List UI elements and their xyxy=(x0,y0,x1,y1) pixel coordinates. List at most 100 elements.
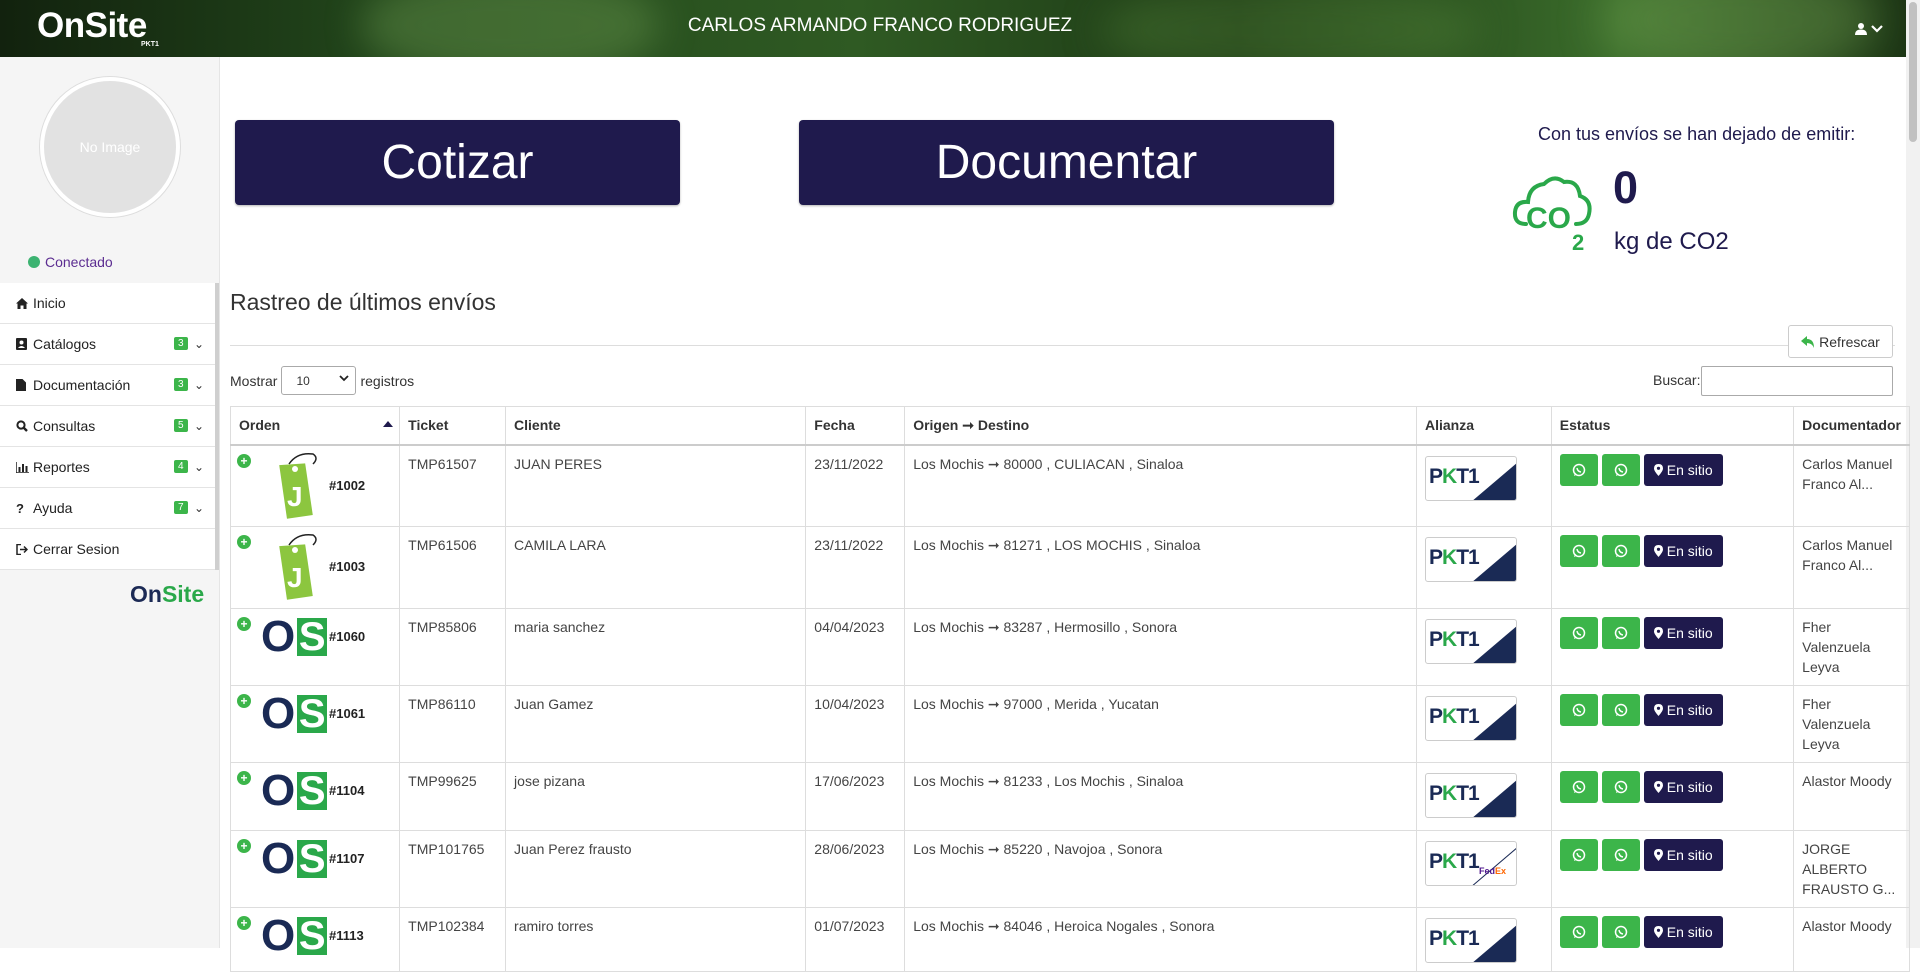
en-sitio-button[interactable]: En sitio xyxy=(1643,694,1723,726)
order-number: #1104 xyxy=(329,783,365,798)
whatsapp-button[interactable] xyxy=(1601,839,1640,871)
sidebar-item-cerrar-sesion[interactable]: Cerrar Sesion xyxy=(0,529,215,570)
table-row[interactable]: + O S #1061 TMP86110 Juan Gamez 10/04/2023 Los … xyxy=(229,685,1910,763)
whatsapp-icon xyxy=(1614,780,1628,794)
pkt1-alliance-logo: PKT1 xyxy=(1425,773,1517,818)
scrollbar-thumb[interactable] xyxy=(1909,2,1917,142)
documenter-cell: Carlos Manuel Franco Al... xyxy=(1793,526,1910,609)
status-dot-icon xyxy=(28,256,40,268)
whatsapp-button[interactable] xyxy=(1601,771,1640,803)
page-length-select[interactable]: 10 xyxy=(281,366,357,395)
map-marker-icon xyxy=(1653,463,1663,476)
whatsapp-button[interactable] xyxy=(1559,535,1598,567)
sidebar-item-consultas[interactable]: Consultas 5 ⌄ xyxy=(0,406,215,447)
sidebar-item-catalogos[interactable]: Catálogos 3 ⌄ xyxy=(0,324,215,365)
whatsapp-button[interactable] xyxy=(1601,535,1640,567)
column-header-cliente[interactable]: Cliente xyxy=(505,406,807,446)
documenter-cell: JORGE ALBERTO FRAUSTO G... xyxy=(1793,830,1910,908)
order-number: #1113 xyxy=(329,928,364,943)
whatsapp-button[interactable] xyxy=(1601,916,1640,948)
whatsapp-icon xyxy=(1614,703,1628,717)
table-row[interactable]: + O S #1107 TMP101765 Juan Perez frausto 28/06… xyxy=(229,830,1910,908)
column-header-origen-destino[interactable]: Origen ➞ Destino xyxy=(904,406,1417,446)
route-cell: Los Mochis ➞ 97000 , Merida , Yucatan xyxy=(904,685,1417,763)
sidebar-item-ayuda[interactable]: ? Ayuda 7 ⌄ xyxy=(0,488,215,529)
expand-row-icon[interactable]: + xyxy=(237,916,251,930)
whatsapp-button[interactable] xyxy=(1559,694,1598,726)
sidebar-item-inicio[interactable]: Inicio xyxy=(0,283,215,324)
table-row[interactable]: + J #1003 TMP61506 CAMILA LARA 23/11/2022 Los … xyxy=(229,526,1910,609)
column-header-estatus[interactable]: Estatus xyxy=(1550,406,1795,446)
refresh-button[interactable]: Refrescar xyxy=(1788,325,1893,358)
status-cell: En sitio xyxy=(1550,444,1795,527)
onsite-os-logo-icon: OS xyxy=(261,689,328,738)
whatsapp-button[interactable] xyxy=(1559,771,1598,803)
whatsapp-button[interactable] xyxy=(1601,617,1640,649)
svg-text:J: J xyxy=(287,481,303,512)
table-row[interactable]: + J #1002 TMP61507 JUAN PERES 23/11/2022 Los M… xyxy=(229,444,1910,527)
documenter-cell: Carlos Manuel Franco Al... xyxy=(1793,444,1910,527)
count-badge: 4 xyxy=(174,460,188,473)
pkt1-alliance-logo: PKT1 xyxy=(1425,918,1517,963)
status-label: En sitio xyxy=(1666,625,1713,641)
sidebar-logo-on: On xyxy=(130,581,162,607)
whatsapp-icon xyxy=(1572,925,1586,939)
whatsapp-icon xyxy=(1572,463,1586,476)
column-header-ticket[interactable]: Ticket xyxy=(399,406,507,446)
en-sitio-button[interactable]: En sitio xyxy=(1643,916,1723,948)
whatsapp-button[interactable] xyxy=(1559,453,1598,486)
expand-row-icon[interactable]: + xyxy=(237,771,251,785)
order-tag-logo-icon: J xyxy=(279,452,317,519)
en-sitio-button[interactable]: En sitio xyxy=(1643,535,1723,567)
expand-row-icon[interactable]: + xyxy=(237,453,251,468)
en-sitio-button[interactable]: En sitio xyxy=(1643,839,1723,871)
route-cell: Los Mochis ➞ 83287 , Hermosillo , Sonora xyxy=(904,608,1417,686)
count-badge: 3 xyxy=(174,337,188,350)
documentar-button[interactable]: Documentar xyxy=(799,120,1334,205)
client-cell: maria sanchez xyxy=(505,608,807,686)
en-sitio-button[interactable]: En sitio xyxy=(1643,771,1723,803)
order-number: #1002 xyxy=(329,477,366,493)
column-header-alianza[interactable]: Alianza xyxy=(1416,406,1552,446)
sidebar-logo: OnSite xyxy=(130,581,204,608)
alliance-cell: PKT1 xyxy=(1416,444,1552,527)
sidebar-item-reportes[interactable]: Reportes 4 ⌄ xyxy=(0,447,215,488)
date-cell: 23/11/2022 xyxy=(805,526,906,609)
expand-row-icon[interactable]: + xyxy=(237,694,251,708)
whatsapp-button[interactable] xyxy=(1559,916,1598,948)
expand-row-icon[interactable]: + xyxy=(237,535,251,549)
co2-cloud-icon: CO 2 xyxy=(1512,172,1596,257)
en-sitio-button[interactable]: En sitio xyxy=(1643,453,1723,486)
avatar-placeholder-text: No Image xyxy=(79,139,141,155)
expand-row-icon[interactable]: + xyxy=(237,617,251,631)
expand-row-icon[interactable]: + xyxy=(237,839,251,853)
records-label: registros xyxy=(360,372,415,389)
client-cell: Juan Gamez xyxy=(505,685,807,763)
order-number: #1107 xyxy=(329,851,365,866)
en-sitio-button[interactable]: En sitio xyxy=(1643,617,1723,649)
column-header-orden[interactable]: Orden xyxy=(229,406,401,446)
route-cell: Los Mochis ➞ 85220 , Navojoa , Sonora xyxy=(904,830,1417,908)
cotizar-button[interactable]: Cotizar xyxy=(235,120,680,205)
column-header-documentador[interactable]: Documentador xyxy=(1793,406,1910,446)
status-label: En sitio xyxy=(1666,461,1713,478)
page-length-value: 10 xyxy=(296,373,310,388)
table-row[interactable]: + O S #1113 TMP102384 ramiro torres 01/07/2023… xyxy=(229,907,1910,972)
svg-text:J: J xyxy=(287,562,303,593)
sidebar-item-label: Reportes xyxy=(33,459,90,475)
order-tag-logo-icon: J xyxy=(279,533,317,600)
whatsapp-button[interactable] xyxy=(1601,453,1640,486)
whatsapp-button[interactable] xyxy=(1601,694,1640,726)
status-label: En sitio xyxy=(1666,702,1713,718)
whatsapp-button[interactable] xyxy=(1559,617,1598,649)
table-row[interactable]: + O S #1104 TMP99625 jose pizana 17/06/2023 Los… xyxy=(229,762,1910,831)
sidebar-item-documentacion[interactable]: Documentación 3 ⌄ xyxy=(0,365,215,406)
count-badge: 7 xyxy=(174,501,188,514)
search-input[interactable] xyxy=(1701,366,1893,396)
column-header-fecha[interactable]: Fecha xyxy=(805,406,906,446)
route-cell: Los Mochis ➞ 80000 , CULIACAN , Sinaloa xyxy=(904,444,1417,527)
whatsapp-button[interactable] xyxy=(1559,839,1598,871)
client-cell: ramiro torres xyxy=(505,907,807,972)
user-menu-button[interactable] xyxy=(1855,22,1883,35)
table-row[interactable]: + O S #1060 TMP85806 maria sanchez 04/04/2023 L… xyxy=(229,608,1910,686)
